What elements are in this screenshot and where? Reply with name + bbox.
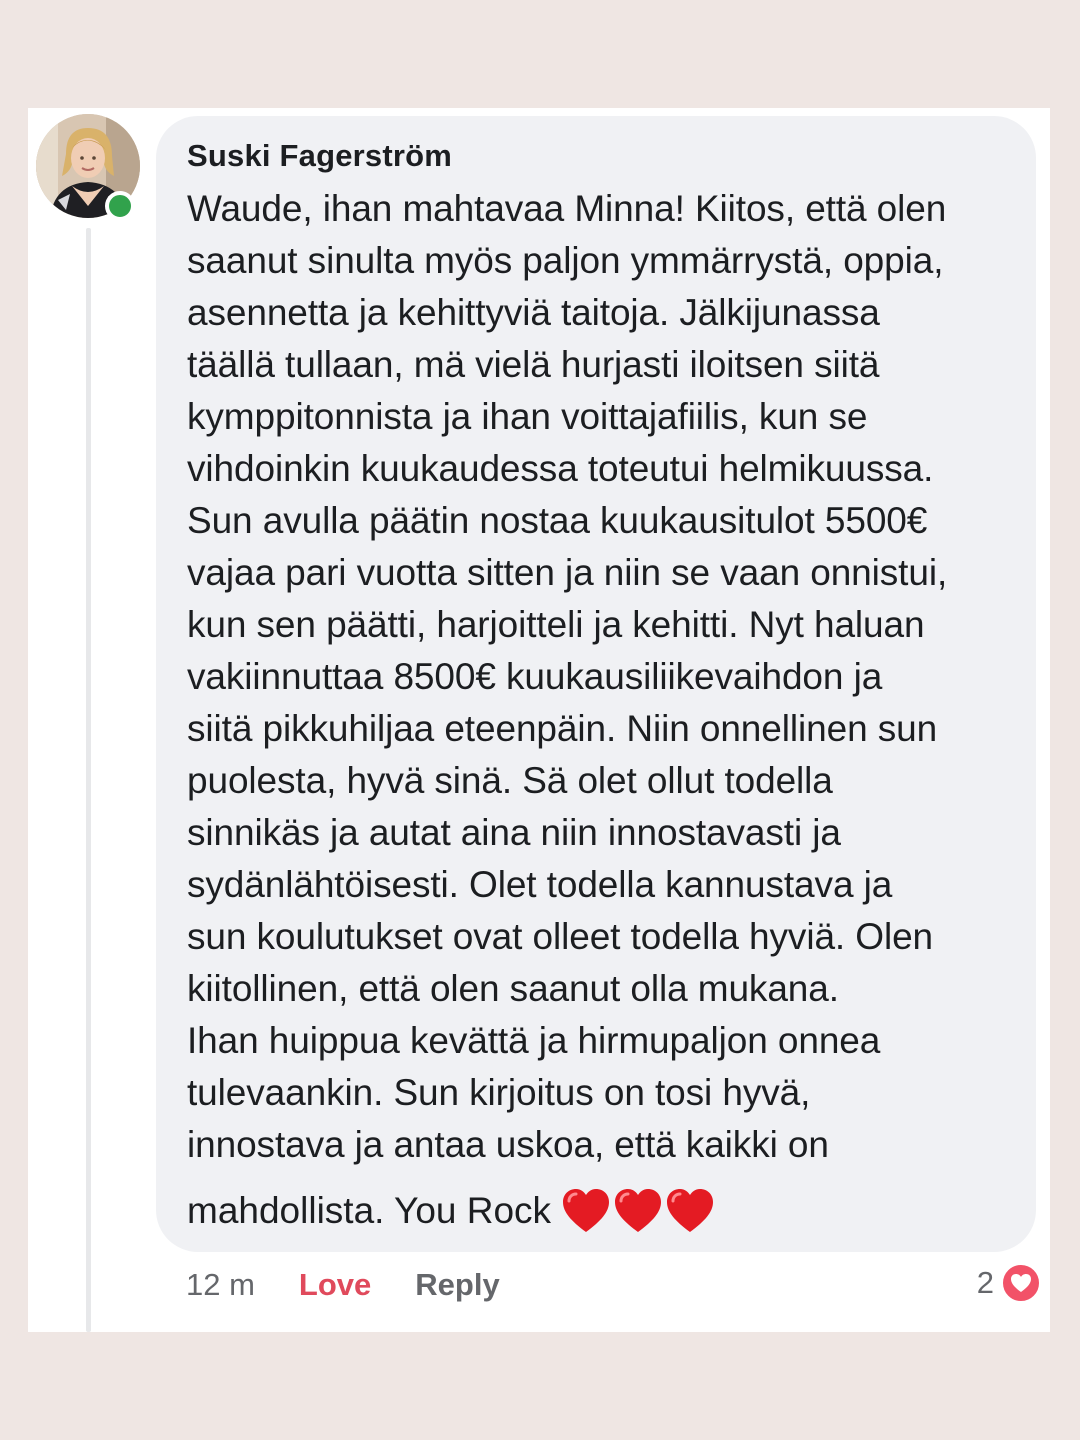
heart-emoji-icon — [667, 1189, 714, 1232]
thread-line — [86, 228, 91, 1332]
comment-timestamp[interactable]: 12 m — [186, 1267, 255, 1303]
heart-icon — [1011, 1274, 1031, 1292]
reaction-count: 2 — [976, 1265, 994, 1300]
comment-actions: 12 m Love Reply 2 — [186, 1262, 1046, 1308]
reaction-summary[interactable]: 2 — [977, 1262, 1042, 1304]
heart-emoji-icon — [615, 1189, 662, 1232]
love-reaction-icon — [1000, 1262, 1042, 1304]
comment-last-line: mahdollista. You Rock — [187, 1185, 1006, 1237]
comment-text: Waude, ihan mahtavaa Minna! Kiitos, että… — [187, 188, 948, 1165]
comment-last-line-text: mahdollista. You Rock — [187, 1190, 552, 1231]
comment-bubble: Suski Fagerström Waude, ihan mahtavaa Mi… — [156, 116, 1036, 1252]
heart-emoji-icon — [563, 1189, 610, 1232]
online-status-icon — [105, 191, 135, 221]
reply-button[interactable]: Reply — [415, 1267, 499, 1303]
love-button[interactable]: Love — [299, 1267, 371, 1303]
comment-author[interactable]: Suski Fagerström — [187, 136, 1006, 176]
heart-emoji-group — [561, 1187, 717, 1235]
